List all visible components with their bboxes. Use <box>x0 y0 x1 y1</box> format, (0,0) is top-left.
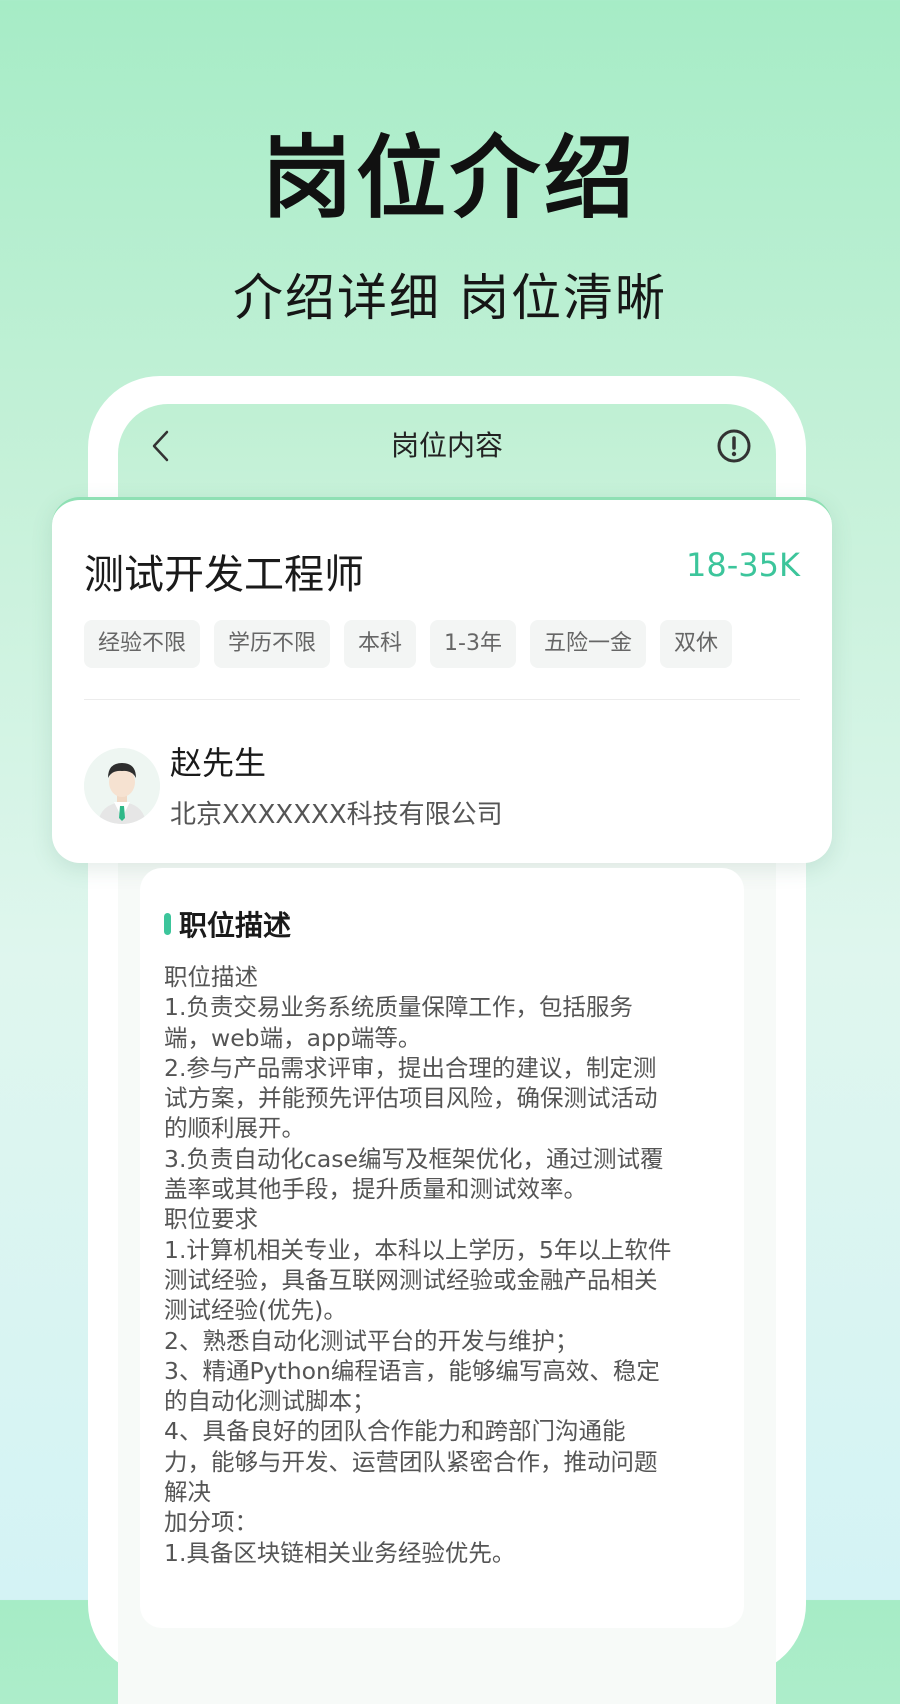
company-name: 北京XXXXXXX科技有限公司 <box>170 800 503 830</box>
job-summary-card: 测试开发工程师 18-35K 经验不限 学历不限 本科 1-3年 五险一金 双休… <box>52 497 832 863</box>
description-line: 1.计算机相关专业，本科以上学历，5年以上软件 <box>164 1235 672 1264</box>
job-description-card: 职位描述 职位描述 1.负责交易业务系统质量保障工作，包括服务 端，web端，a… <box>140 868 744 1628</box>
screen-title: 岗位内容 <box>390 429 503 462</box>
divider <box>84 699 800 700</box>
heading-accent-bar <box>164 913 171 935</box>
description-line: 力，能够与开发、运营团队紧密合作，推动问题 <box>164 1447 658 1476</box>
description-line: 3.负责自动化case编写及框架优化，通过测试覆 <box>164 1144 664 1173</box>
description-line: 职位描述 <box>164 963 258 991</box>
description-line: 4、具备良好的团队合作能力和跨部门沟通能 <box>164 1417 626 1446</box>
description-line: 1.具备区块链相关业务经验优先。 <box>164 1538 516 1567</box>
info-button[interactable] <box>714 426 754 466</box>
description-line: 加分项： <box>164 1508 258 1537</box>
description-line: 2、熟悉自动化测试平台的开发与维护； <box>164 1326 579 1355</box>
description-line: 2.参与产品需求评审，提出合理的建议，制定测 <box>164 1053 657 1082</box>
description-line: 的顺利展开。 <box>164 1114 305 1143</box>
salary-range: 18-35K <box>686 546 800 584</box>
description-line: 测试经验，具备互联网测试经验或金融产品相关 <box>164 1265 658 1294</box>
description-line: 的自动化测试脚本； <box>164 1387 376 1416</box>
description-line: 3、精通Python编程语言，能够编写高效、稳定 <box>164 1356 660 1385</box>
hero-subtitle: 介绍详细 岗位清晰 <box>233 269 667 327</box>
description-line: 解决 <box>164 1478 211 1507</box>
description-body: 职位描述 1.负责交易业务系统质量保障工作，包括服务 端，web端，app端等。… <box>164 962 724 1568</box>
contact-name: 赵先生 <box>170 744 267 782</box>
description-line: 职位要求 <box>164 1205 258 1234</box>
description-heading: 职位描述 <box>164 904 291 944</box>
hero-title: 岗位介绍 <box>262 126 638 231</box>
job-tag: 本科 <box>344 620 417 668</box>
avatar[interactable] <box>84 748 160 824</box>
job-tag: 五险一金 <box>529 620 646 668</box>
description-line: 1.负责交易业务系统质量保障工作，包括服务 <box>164 993 633 1022</box>
job-tag: 双休 <box>660 620 733 668</box>
job-tag: 1-3年 <box>430 620 516 668</box>
description-line: 端，web端，app端等。 <box>164 1023 422 1052</box>
job-tag: 学历不限 <box>214 620 331 668</box>
description-line: 试方案，并能预先评估项目风险，确保测试活动 <box>164 1084 658 1113</box>
job-tags: 经验不限 学历不限 本科 1-3年 五险一金 双休 <box>84 620 733 668</box>
job-title: 测试开发工程师 <box>84 552 364 598</box>
description-line: 测试经验(优先)。 <box>164 1296 347 1325</box>
avatar-person-icon <box>84 748 160 824</box>
description-heading-text: 职位描述 <box>179 909 292 942</box>
job-tag: 经验不限 <box>84 620 201 668</box>
exclamation-circle-icon <box>717 429 751 463</box>
description-line: 盖率或其他手段，提升质量和测试效率。 <box>164 1175 587 1204</box>
